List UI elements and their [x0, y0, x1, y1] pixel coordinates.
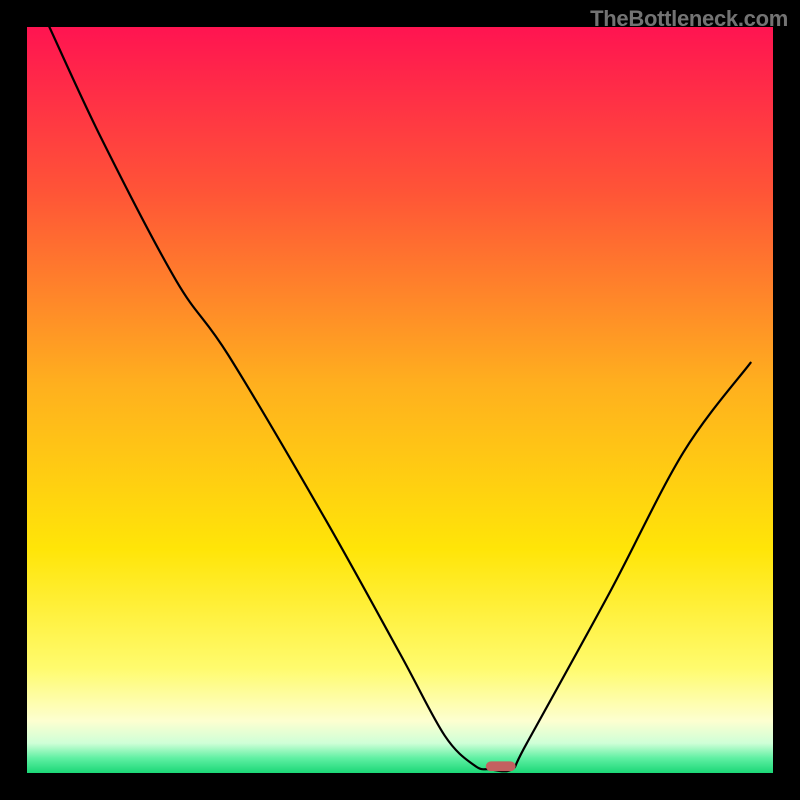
chart-frame: TheBottleneck.com [0, 0, 800, 800]
optimum-marker [486, 761, 516, 771]
bottleneck-plot [27, 27, 773, 773]
plot-background [27, 27, 773, 773]
watermark-text: TheBottleneck.com [590, 6, 788, 32]
